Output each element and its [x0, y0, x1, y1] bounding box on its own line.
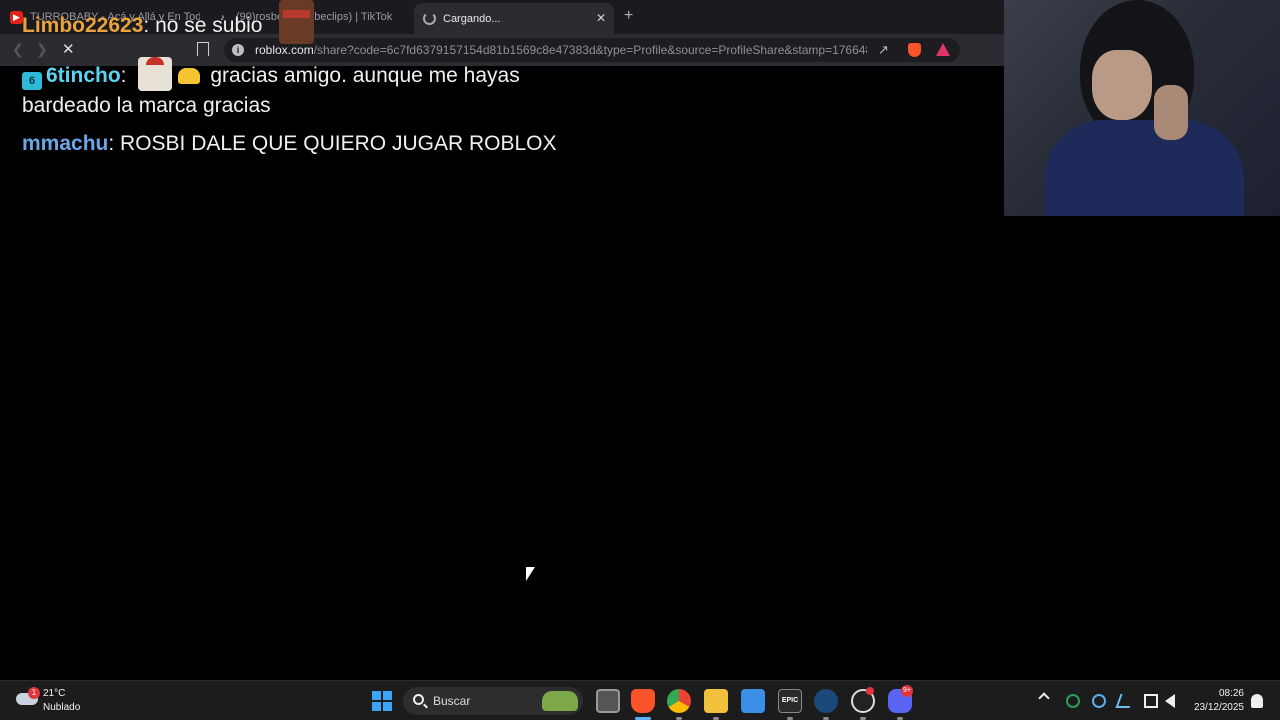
- chevron-up-icon[interactable]: [1038, 692, 1050, 704]
- webcam-person-face: [1092, 50, 1152, 120]
- tab-active-loading[interactable]: Cargando... ✕: [414, 3, 614, 34]
- task-view-icon[interactable]: [596, 689, 620, 713]
- avatar-emote: [279, 0, 314, 44]
- notification-bell-icon[interactable]: [1251, 694, 1263, 708]
- chrome-icon[interactable]: [667, 689, 691, 713]
- forward-icon[interactable]: ❯: [36, 41, 48, 58]
- search-icon: [413, 694, 424, 705]
- volume-icon[interactable]: [1165, 694, 1175, 708]
- close-tab-icon[interactable]: ✕: [596, 11, 606, 25]
- share-icon[interactable]: ↗: [878, 42, 889, 58]
- chat-separator: :: [143, 14, 150, 37]
- recording-indicator-icon: [866, 687, 874, 695]
- weather-desc: Nublado: [43, 702, 81, 713]
- new-tab-button[interactable]: +: [624, 7, 633, 25]
- chat-text: gracias amigo. aunque me hayas: [210, 64, 520, 87]
- stop-loading-icon[interactable]: ✕: [62, 40, 75, 58]
- bookmark-icon[interactable]: [197, 42, 209, 56]
- brave-shield-icon[interactable]: [908, 43, 921, 57]
- brave-rewards-icon[interactable]: [936, 43, 950, 56]
- clock-time[interactable]: 08:26: [1192, 688, 1244, 699]
- loading-spinner-icon: [423, 12, 436, 25]
- weather-badge: 1: [28, 687, 40, 699]
- brave-browser-icon[interactable]: [631, 689, 655, 713]
- epic-games-icon[interactable]: EPIC: [778, 689, 802, 713]
- chat-message: mmachu: ROSBI DALE QUE QUIERO JUGAR ROBL…: [22, 132, 556, 156]
- windows-start-icon[interactable]: [372, 691, 392, 711]
- tray-app-icon[interactable]: [1066, 694, 1080, 708]
- webcam-overlay: [1004, 0, 1280, 216]
- subscriber-badge-icon: 6: [22, 72, 42, 90]
- chat-separator: :: [108, 132, 115, 155]
- taskbar: 1 21°C Nublado Buscar EPIC 9+ 08:26 23/1…: [0, 680, 1280, 720]
- file-explorer-icon[interactable]: [704, 689, 728, 713]
- chat-separator: :: [120, 64, 127, 87]
- webcam-person-shirt: [1044, 120, 1244, 216]
- chat-message: Limbo22623: no se subio: [22, 14, 263, 38]
- taskbar-search[interactable]: Buscar: [403, 687, 583, 715]
- microsoft-store-icon[interactable]: [741, 689, 765, 713]
- chat-text: no se subio: [155, 14, 263, 37]
- heart-hands-emoji-icon: [178, 68, 201, 84]
- site-info-icon[interactable]: i: [232, 44, 244, 56]
- chat-username: mmachu: [22, 132, 109, 155]
- pen-tablet-icon[interactable]: [1115, 694, 1135, 708]
- sync-icon[interactable]: [1092, 694, 1106, 708]
- url-text[interactable]: roblox.com/share?code=6c7fd6379157154d81…: [255, 43, 867, 57]
- clock-date[interactable]: 23/12/2025: [1188, 702, 1244, 713]
- tab-label: Cargando...: [443, 12, 501, 25]
- chat-message: 6 6tincho: gracias amigo. aunque me hayas: [22, 57, 520, 91]
- network-icon[interactable]: [1144, 694, 1158, 708]
- webcam-person-hand: [1154, 85, 1188, 140]
- search-label: Buscar: [433, 694, 471, 708]
- weather-temp: 21°C: [43, 688, 66, 699]
- back-icon[interactable]: ❮: [12, 41, 24, 58]
- steam-icon[interactable]: [814, 689, 838, 713]
- chat-message-continuation: bardeado la marca gracias: [22, 94, 271, 117]
- discord-badge: 9+: [901, 685, 913, 697]
- chat-username: 6tincho: [46, 64, 121, 87]
- mouse-cursor-icon: [526, 567, 535, 581]
- dog-emote-icon: [138, 57, 173, 91]
- search-highlight-art-icon: [542, 691, 578, 711]
- chat-username: Limbo22623: [22, 14, 144, 37]
- chat-text: ROSBI DALE QUE QUIERO JUGAR ROBLOX: [120, 132, 557, 155]
